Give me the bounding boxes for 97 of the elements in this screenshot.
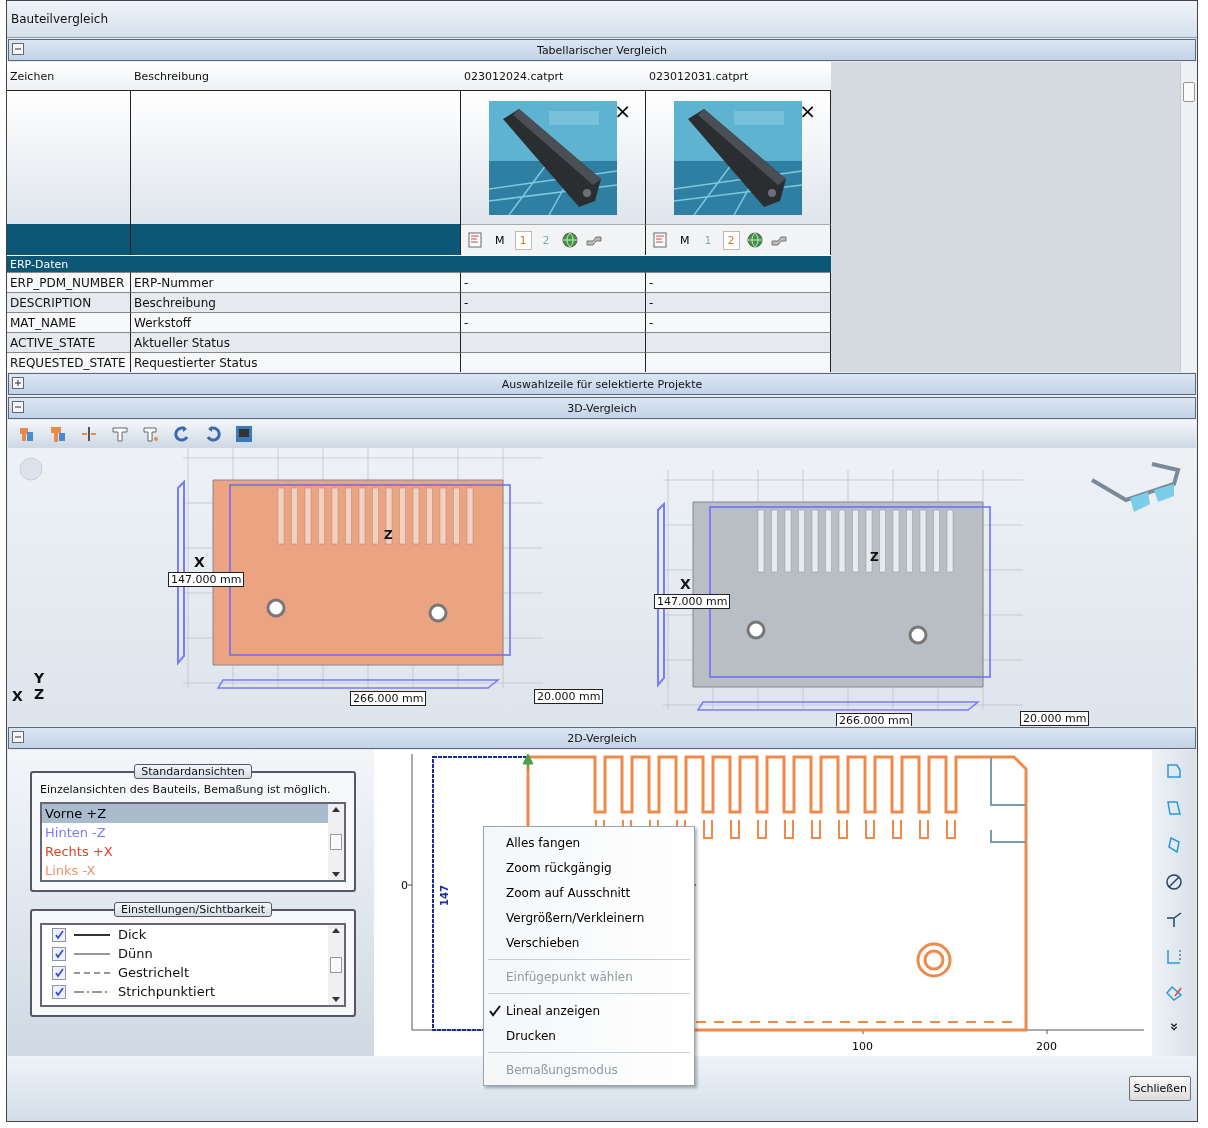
stack-icon[interactable] — [49, 425, 67, 443]
menu-item[interactable]: Vergrößern/Verkleinern — [484, 905, 694, 930]
t-shape-icon[interactable] — [142, 425, 160, 443]
expand-icon[interactable] — [12, 377, 24, 389]
scroll-up-icon[interactable] — [332, 807, 340, 812]
description-text: Einzelansichten des Bauteils, Bemaßung ist möglich. — [40, 783, 332, 796]
dimension-label: 147 — [439, 885, 450, 906]
scrollbar[interactable] — [328, 804, 344, 880]
corner-icon[interactable] — [1165, 910, 1183, 928]
split-icon[interactable] — [80, 425, 98, 443]
table-cell: ACTIVE_STATE — [7, 332, 131, 352]
axis-label: 0 — [401, 879, 408, 892]
table-cell: - — [461, 292, 646, 312]
view-label: Links -X — [45, 863, 96, 878]
checkbox[interactable] — [52, 927, 66, 942]
line-style-label: Gestrichelt — [118, 965, 189, 980]
dimension-label: 266.000 mm — [836, 713, 913, 726]
view-label: Vorne +Z — [45, 806, 107, 821]
table-cell: Werkstoff — [131, 312, 461, 332]
scroll-up-icon[interactable] — [332, 928, 340, 933]
section-title: 3D-Vergleich — [566, 401, 638, 415]
circle-slash-icon[interactable] — [1165, 873, 1183, 891]
scroll-thumb[interactable] — [1183, 82, 1195, 102]
menu-item[interactable]: Zoom rückgängig — [484, 855, 694, 880]
axis-label: 200 — [1036, 1040, 1057, 1053]
checkbox[interactable] — [52, 946, 66, 961]
table-cell: Beschreibung — [131, 292, 461, 312]
view-label: Hinten -Z — [45, 825, 106, 840]
table-cell: REQUESTED_STATE — [7, 352, 131, 372]
globe-icon[interactable] — [745, 231, 764, 249]
table-cell: - — [461, 272, 646, 292]
scroll-down-icon[interactable] — [332, 997, 340, 1002]
close-button[interactable]: × — [614, 101, 631, 121]
close-button[interactable]: × — [799, 101, 816, 121]
group-title: Standardansichten — [134, 764, 252, 779]
checkbox[interactable] — [52, 984, 66, 999]
axis-label: Y — [34, 670, 45, 686]
table-cell: - — [646, 312, 831, 332]
axis-label: Z — [870, 550, 879, 564]
scroll-thumb[interactable] — [330, 834, 342, 850]
view-label: Rechts +X — [45, 844, 113, 859]
scrollbar[interactable] — [328, 925, 344, 1005]
table-cell: Requestierter Status — [131, 352, 461, 372]
menu-item[interactable]: Alles fangen — [484, 830, 694, 855]
table-cell: - — [461, 312, 646, 332]
checkbox[interactable] — [52, 965, 66, 980]
table-cell: - — [646, 272, 831, 292]
box-view-icon[interactable] — [1165, 836, 1183, 854]
scrollbar[interactable] — [1180, 62, 1197, 372]
table-cell: ERP-Nummer — [131, 272, 461, 292]
line-style-label: Strichpunktiert — [118, 984, 216, 999]
stack-icon[interactable] — [18, 425, 36, 443]
section-title: Tabellarischer Vergleich — [536, 43, 668, 57]
dimension-label: 20.000 mm — [534, 689, 604, 704]
collapse-icon[interactable] — [12, 731, 24, 743]
group-row-label: ERP-Daten — [10, 257, 70, 271]
axis-label: 100 — [852, 1040, 873, 1053]
menu-item[interactable]: Verschieben — [484, 930, 694, 955]
globe-icon[interactable] — [560, 231, 579, 249]
axis-label: X — [194, 554, 205, 570]
axis-label: X — [680, 576, 691, 592]
table-cell: - — [646, 292, 831, 312]
axis-label: Z — [384, 528, 393, 542]
view-list-item[interactable]: Rechts +X — [42, 842, 328, 861]
table-cell: DESCRIPTION — [7, 292, 131, 312]
section-title: Auswahlzeile für selektierte Projekte — [500, 377, 704, 391]
menu-item[interactable]: Drucken — [484, 1023, 694, 1048]
view-list-item[interactable]: Vorne +Z — [42, 804, 328, 823]
collapse-icon[interactable] — [12, 43, 24, 55]
double-chevron-icon[interactable] — [1168, 1021, 1180, 1033]
section-title: 2D-Vergleich — [566, 731, 638, 745]
t-shape-icon[interactable] — [111, 425, 129, 443]
dimension-label: 266.000 mm — [350, 691, 427, 706]
line-style-label: Dick — [118, 927, 147, 942]
sketch-icon[interactable] — [1165, 984, 1183, 1002]
dimension-label: 20.000 mm — [1020, 711, 1090, 726]
dimension-label: 147.000 mm — [168, 572, 245, 587]
table-cell: Aktueller Status — [131, 332, 461, 352]
close-button[interactable]: Schließen — [1129, 1076, 1191, 1101]
axis-label: X — [12, 688, 23, 704]
mode-button[interactable]: M — [491, 233, 509, 247]
scroll-down-icon[interactable] — [332, 872, 340, 877]
axis-label: Z — [34, 686, 45, 702]
menu-item[interactable]: Lineal anzeigen — [484, 998, 694, 1023]
table-cell: MAT_NAME — [7, 312, 131, 332]
box-view-icon[interactable] — [1165, 799, 1183, 817]
line-style-label: Dünn — [118, 946, 153, 961]
window-title: Bauteilvergleich — [11, 12, 109, 26]
dimension-icon[interactable] — [1165, 947, 1183, 965]
monitor-icon[interactable] — [235, 425, 253, 443]
collapse-icon[interactable] — [12, 401, 24, 413]
dimension-label: 147.000 mm — [654, 594, 731, 609]
menu-item[interactable]: Zoom auf Ausschnitt — [484, 880, 694, 905]
table-cell: ERP_PDM_NUMBER — [7, 272, 131, 292]
group-title: Einstellungen/Sichtbarkeit — [114, 902, 272, 917]
mode-button[interactable]: M — [676, 233, 694, 247]
scroll-thumb[interactable] — [330, 957, 342, 973]
